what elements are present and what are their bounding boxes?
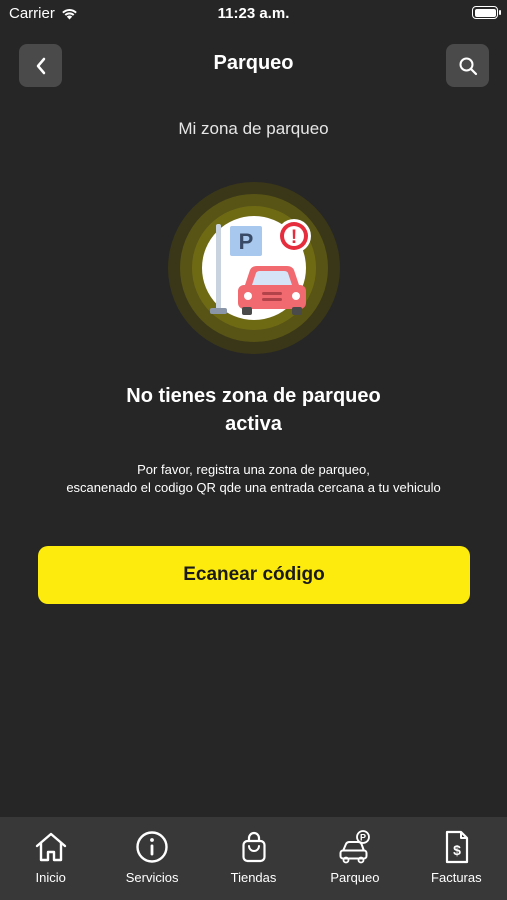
info-icon: [136, 831, 168, 863]
tab-label: Tiendas: [230, 870, 277, 885]
parking-sign-letter: P: [239, 229, 254, 254]
empty-title-line1: No tienes zona de parqueo: [126, 385, 381, 407]
empty-state-description: Por favor, registra una zona de parqueo,…: [20, 461, 487, 497]
tab-label: Facturas: [431, 870, 482, 885]
tab-inicio[interactable]: Inicio: [0, 817, 101, 900]
svg-text:$: $: [453, 842, 461, 858]
tab-label: Inicio: [35, 870, 66, 885]
bottom-tab-bar: Inicio Servicios Tiendas P Parqueo $ Fac…: [0, 817, 507, 900]
parking-car-icon: P: [339, 830, 370, 864]
tab-facturas[interactable]: $ Facturas: [406, 817, 507, 900]
home-icon: [35, 832, 66, 862]
empty-title-line2: activa: [225, 413, 282, 435]
status-bar: Carrier 11:23 a.m.: [0, 0, 507, 28]
search-button[interactable]: [446, 44, 489, 87]
empty-state-title: No tienes zona de parqueo activa: [60, 382, 447, 438]
tab-label: Servicios: [125, 870, 179, 885]
battery-icon: [472, 6, 501, 19]
tab-tiendas[interactable]: Tiendas: [203, 817, 304, 900]
status-time: 11:23 a.m.: [217, 5, 290, 22]
tab-parqueo[interactable]: P Parqueo: [304, 817, 405, 900]
shopping-bag-icon: [241, 831, 266, 863]
desc-line2: escanenado el codigo QR qde una entrada …: [66, 480, 441, 495]
desc-line1: Por favor, registra una zona de parqueo,: [137, 462, 370, 477]
alert-glyph: !: [291, 227, 297, 248]
section-subtitle: Mi zona de parqueo: [178, 119, 329, 138]
invoice-icon: $: [446, 830, 469, 864]
parking-illustration: P !: [168, 182, 340, 354]
scan-code-button[interactable]: Ecanear código: [38, 546, 470, 604]
search-icon: [459, 57, 477, 75]
tab-servicios[interactable]: Servicios: [101, 817, 202, 900]
tab-label: Parqueo: [330, 870, 380, 885]
page-title: Parqueo: [213, 52, 294, 74]
svg-text:P: P: [360, 833, 366, 843]
